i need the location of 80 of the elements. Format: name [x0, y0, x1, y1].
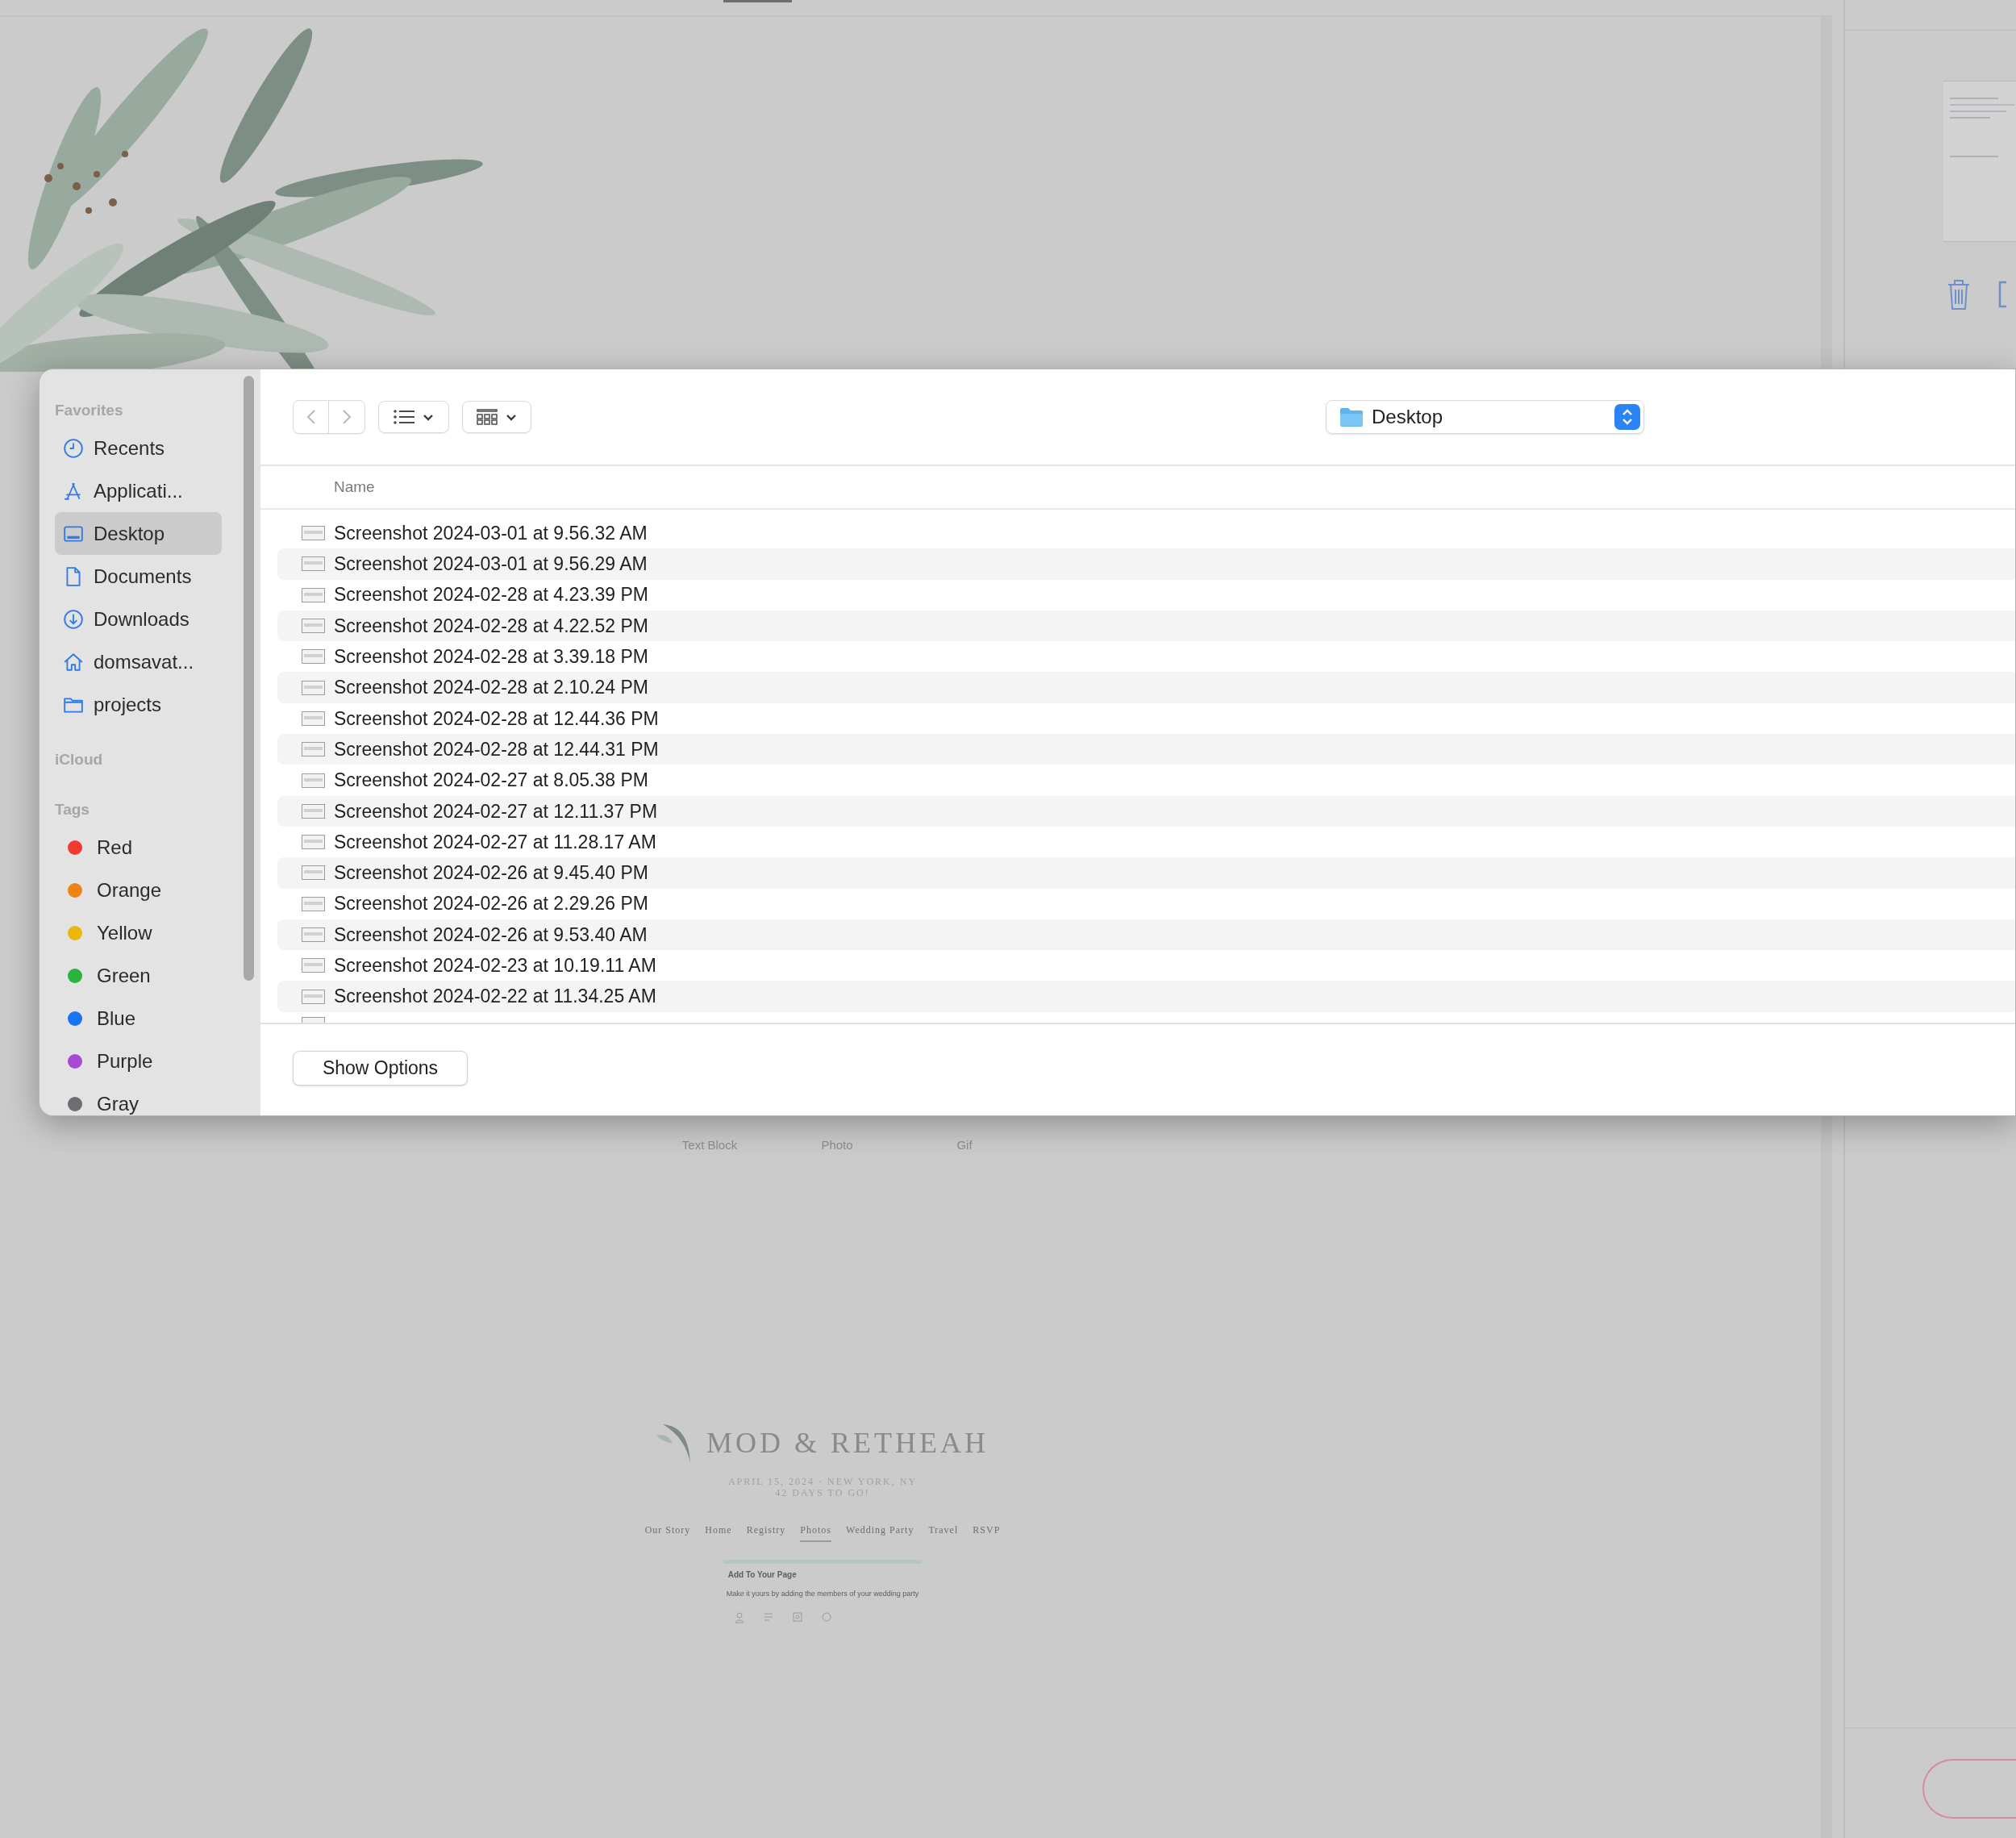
file-row[interactable]: Screenshot 2024-02-28 at 4.22.52 PM: [277, 610, 2015, 642]
location-popup[interactable]: Desktop: [1326, 400, 1644, 434]
file-row[interactable]: Screenshot 2024-03-01 at 9.56.29 AM: [277, 548, 2015, 580]
sidebar-item[interactable]: domsavat...: [55, 640, 222, 683]
tag-item[interactable]: Green: [55, 954, 222, 997]
image-thumbnail-icon: [302, 927, 325, 942]
photo-icon: [792, 1612, 802, 1622]
image-thumbnail-icon: [302, 587, 325, 602]
text-lines-icon: [763, 1612, 773, 1623]
image-thumbnail-icon: [302, 619, 325, 634]
file-row[interactable]: Screenshot 2024-02-26 at 9.45.40 PM: [277, 857, 2015, 889]
caret-icon: [506, 413, 517, 421]
home-icon: [63, 651, 84, 673]
list-icon: [394, 410, 414, 424]
block-label: Photo: [820, 1137, 854, 1153]
sidebar-item[interactable]: projects: [55, 683, 222, 726]
stepper-icon: [1614, 404, 1640, 430]
image-thumbnail-icon: [302, 803, 325, 819]
card-text: Make it yours by adding the members of your wedding party: [725, 1588, 920, 1599]
outline-button[interactable]: [1922, 1759, 2016, 1819]
image-thumbnail-icon: [302, 835, 325, 850]
file-row[interactable]: Screenshot 2024-02-28 at 3.39.18 PM: [277, 641, 2015, 673]
section-header: Favorites: [55, 400, 124, 420]
column-header[interactable]: Name: [334, 475, 375, 499]
file-row[interactable]: Screenshot 2024-02-27 at 11.28.17 AM: [277, 826, 2015, 858]
chevron-right-icon: [342, 409, 352, 425]
tag-item[interactable]: Blue: [55, 997, 222, 1040]
block-label: Gif: [956, 1137, 973, 1153]
tag-item[interactable]: Red: [55, 826, 222, 869]
page-thumbnail[interactable]: [1943, 81, 2016, 242]
file-row[interactable]: Screenshot 2024-03-01 at 9.56.32 AM: [277, 518, 2015, 549]
group-view-button[interactable]: [462, 401, 531, 433]
tag-item[interactable]: Orange: [55, 869, 222, 911]
tag-item[interactable]: Purple: [55, 1040, 222, 1082]
sidebar-item[interactable]: Documents: [55, 555, 222, 598]
file-row[interactable]: Screenshot 2024-02-26 at 9.53.40 AM: [277, 919, 2015, 951]
grid-icon: [477, 409, 498, 425]
file-row[interactable]: Screenshot 2024-02-22 at 11.34.25 AM: [277, 981, 2015, 1012]
sidebar-item[interactable]: Desktop: [55, 512, 222, 555]
section-header: iCloud: [55, 749, 104, 769]
show-options-button[interactable]: Show Options: [293, 1051, 468, 1086]
tag-item[interactable]: Yellow: [55, 911, 222, 954]
file-row[interactable]: Screenshot 2024-02-28 at 12.44.36 PM: [277, 702, 2015, 735]
file-row[interactable]: Screenshot 2024-02-23 at 10.19.11 AM: [277, 950, 2015, 982]
image-thumbnail-icon: [302, 958, 325, 973]
file-row[interactable]: Screenshot 2024-02-28 at 4.23.39 PM: [277, 579, 2015, 611]
trash-icon[interactable]: [1947, 278, 1971, 311]
section-header: Tags: [55, 799, 90, 819]
file-row[interactable]: Screenshot 2024-02-28 at 12.44.31 PM: [277, 734, 2015, 765]
person-icon: [734, 1612, 744, 1623]
image-thumbnail-icon: [302, 649, 325, 665]
file-row[interactable]: Screenshot 2024-02-26 at 2.29.26 PM: [277, 888, 2015, 919]
image-thumbnail-icon: [302, 773, 325, 788]
file-row[interactable]: Screenshot 2024-02-28 at 2.10.24 PM: [277, 672, 2015, 703]
folder-icon: [1339, 406, 1364, 427]
partial-icon[interactable]: [1998, 281, 2006, 308]
sidebar-item[interactable]: Recents: [55, 427, 222, 469]
clock-icon: [63, 437, 84, 459]
scrollbar-thumb[interactable]: [244, 376, 254, 981]
card-title: Add To Your Page: [727, 1569, 798, 1581]
file-row[interactable]: Screenshot 2024-02-27 at 12.11.37 PM: [277, 795, 2015, 827]
image-thumbnail-icon: [302, 896, 325, 911]
couple-title: MOD & RETHEAH: [706, 1425, 989, 1461]
block-label: Text Block: [681, 1137, 739, 1153]
list-view-button[interactable]: [378, 401, 449, 433]
chevron-left-icon: [306, 409, 316, 425]
tag-item[interactable]: Gray: [55, 1082, 222, 1115]
image-thumbnail-icon: [302, 742, 325, 757]
location-label: Desktop: [1372, 405, 1443, 429]
image-thumbnail-icon: [302, 556, 325, 572]
sidebar-item[interactable]: Applicati...: [55, 469, 222, 512]
image-thumbnail-icon: [302, 680, 325, 695]
sidebar-item[interactable]: Downloads: [55, 598, 222, 640]
download-icon: [63, 608, 84, 630]
file-row[interactable]: Screenshot 2024-02-27 at 8.05.38 PM: [277, 765, 2015, 796]
caret-icon: [423, 413, 434, 421]
image-thumbnail-icon: [302, 526, 325, 541]
image-thumbnail-icon: [302, 711, 325, 726]
image-thumbnail-icon: [302, 989, 325, 1004]
image-thumbnail-icon: [302, 865, 325, 881]
